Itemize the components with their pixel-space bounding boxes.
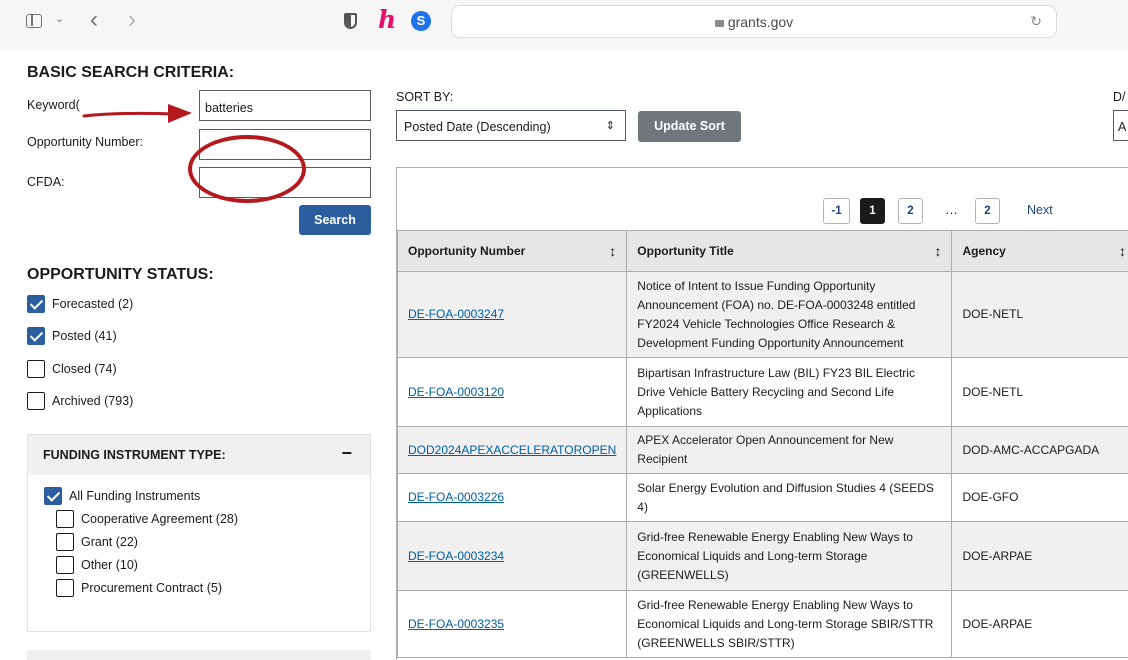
opportunity-status-heading: OPPORTUNITY STATUS: — [27, 266, 214, 283]
table-row: DE-FOA-0003234 Grid-free Renewable Energ… — [396, 521, 1128, 591]
date-range-select[interactable]: A — [1113, 110, 1128, 141]
checkbox-unchecked-icon[interactable] — [56, 533, 74, 551]
forward-icon[interactable]: › — [128, 6, 136, 34]
search-criteria-heading: BASIC SEARCH CRITERIA: — [27, 64, 235, 81]
sort-icon[interactable]: ↕ — [609, 243, 616, 259]
sort-value: Posted Date (Descending) — [404, 120, 551, 134]
opportunity-link[interactable]: DE-FOA-0003234 — [408, 549, 504, 563]
back-icon[interactable]: ‹ — [90, 6, 98, 34]
results-panel: -1 1 2 … 2 Next Opportunity Number ↕ Oppo… — [396, 167, 1128, 660]
sidebar-toggle-icon[interactable] — [26, 14, 42, 28]
search-button[interactable]: Search — [299, 205, 371, 235]
page-prev-button[interactable]: -1 — [823, 198, 850, 224]
status-label: Posted (41) — [52, 329, 117, 343]
opportunity-title: Solar Energy Evolution and Diffusion Stu… — [626, 473, 953, 522]
chevron-down-icon[interactable]: ⌄ — [55, 12, 64, 25]
page-last-button[interactable]: 2 — [975, 198, 1000, 224]
col-label: Agency — [962, 244, 1006, 258]
funding-label: Other (10) — [81, 558, 138, 572]
col-label: Opportunity Number — [408, 244, 526, 258]
collapse-icon[interactable]: − — [341, 443, 352, 464]
funding-label: Grant (22) — [81, 535, 138, 549]
url-label: grants.gov — [727, 14, 794, 30]
opportunity-agency: DOE-ARPAE — [951, 521, 1128, 591]
opportunity-title: Notice of Intent to Issue Funding Opport… — [626, 271, 953, 358]
status-label: Forecasted (2) — [52, 297, 134, 311]
funding-label: All Funding Instruments — [69, 489, 201, 503]
opportunity-link[interactable]: DE-FOA-0003247 — [408, 307, 504, 321]
sort-icon[interactable]: ↕ — [934, 243, 941, 259]
update-sort-button[interactable]: Update Sort — [638, 111, 741, 142]
table-row: DE-FOA-0003120 Bipartisan Infrastructure… — [396, 357, 1128, 427]
checkbox-unchecked-icon[interactable] — [56, 556, 74, 574]
lock-icon — [714, 20, 724, 27]
col-agency[interactable]: Agency ↕ — [951, 230, 1128, 272]
opportunity-agency: DOE-NETL — [951, 357, 1128, 427]
sort-select[interactable]: Posted Date (Descending) ⇕ — [396, 110, 626, 141]
results-table: Opportunity Number ↕ Opportunity Title ↕ A… — [396, 230, 1128, 658]
col-label: Opportunity Title — [637, 244, 734, 258]
col-opportunity-number[interactable]: Opportunity Number ↕ — [396, 230, 628, 272]
opportunity-title: APEX Accelerator Open Announcement for N… — [626, 426, 953, 474]
checkbox-unchecked-icon[interactable] — [56, 579, 74, 597]
checkbox-unchecked-icon[interactable] — [56, 510, 74, 528]
annotation-circle — [188, 135, 306, 203]
funding-instrument-heading: FUNDING INSTRUMENT TYPE: — [43, 448, 226, 462]
next-page-link[interactable]: Next — [1027, 203, 1053, 217]
next-filter-panel — [27, 650, 371, 660]
table-row: DE-FOA-0003226 Solar Energy Evolution an… — [396, 473, 1128, 522]
funding-label: Procurement Contract (5) — [81, 581, 223, 595]
grants-search-page: BASIC SEARCH CRITERIA: Keyword( batterie… — [0, 50, 1128, 660]
status-label: Archived (793) — [52, 394, 134, 408]
checkbox-unchecked-icon[interactable] — [27, 392, 45, 410]
reload-icon[interactable]: ↻ — [1030, 13, 1042, 30]
funding-instrument-header[interactable]: FUNDING INSTRUMENT TYPE: − — [28, 435, 370, 475]
sort-icon[interactable]: ↕ — [1119, 243, 1126, 259]
opportunity-agency: DOE-GFO — [951, 473, 1128, 522]
keyword-input[interactable]: batteries — [199, 90, 371, 121]
date-range-label: D/ — [1113, 90, 1126, 104]
funding-instrument-panel: FUNDING INSTRUMENT TYPE: − All Funding I… — [27, 434, 371, 632]
honey-extension-icon[interactable]: h — [378, 5, 396, 34]
checkbox-checked-icon[interactable] — [27, 295, 45, 313]
opportunity-agency: DOE-ARPAE — [951, 590, 1128, 658]
table-row: DE-FOA-0003247 Notice of Intent to Issue… — [396, 271, 1128, 358]
opportunity-agency: DOD-AMC-ACCAPGADA — [951, 426, 1128, 474]
pagination-ellipsis: … — [945, 202, 958, 217]
funding-label: Cooperative Agreement (28) — [81, 512, 239, 526]
privacy-shield-icon[interactable] — [344, 13, 357, 29]
select-arrows-icon: ⇕ — [605, 120, 615, 132]
sort-by-label: SORT BY: — [396, 90, 454, 104]
table-row: DE-FOA-0003235 Grid-free Renewable Energ… — [396, 590, 1128, 658]
page-current-button[interactable]: 1 — [860, 198, 885, 224]
opportunity-title: Bipartisan Infrastructure Law (BIL) FY23… — [626, 357, 953, 427]
opportunity-title: Grid-free Renewable Energy Enabling New … — [626, 521, 953, 591]
opportunity-link[interactable]: DOD2024APEXACCELERATOROPEN — [408, 443, 616, 457]
opportunity-agency: DOE-NETL — [951, 271, 1128, 358]
opportunity-number-label: Opportunity Number: — [27, 135, 144, 149]
checkbox-checked-icon[interactable] — [44, 487, 62, 505]
opportunity-title: Grid-free Renewable Energy Enabling New … — [626, 590, 953, 658]
address-bar[interactable]: grants.gov ↻ — [451, 5, 1057, 38]
annotation-arrow-icon — [82, 104, 192, 123]
keyword-label: Keyword( — [27, 98, 80, 112]
opportunity-link[interactable]: DE-FOA-0003120 — [408, 385, 504, 399]
checkbox-checked-icon[interactable] — [27, 327, 45, 345]
cfda-label: CFDA: — [27, 175, 65, 189]
extension-s-icon[interactable]: S — [411, 11, 431, 31]
url-text: grants.gov — [452, 14, 1056, 30]
status-label: Closed (74) — [52, 362, 117, 376]
opportunity-link[interactable]: DE-FOA-0003226 — [408, 490, 504, 504]
col-opportunity-title[interactable]: Opportunity Title ↕ — [626, 230, 953, 272]
checkbox-unchecked-icon[interactable] — [27, 360, 45, 378]
table-row: DOD2024APEXACCELERATOROPEN APEX Accelera… — [396, 426, 1128, 474]
page-2-button[interactable]: 2 — [898, 198, 923, 224]
opportunity-link[interactable]: DE-FOA-0003235 — [408, 617, 504, 631]
browser-toolbar: ⌄ ‹ › h S grants.gov ↻ — [0, 0, 1128, 50]
